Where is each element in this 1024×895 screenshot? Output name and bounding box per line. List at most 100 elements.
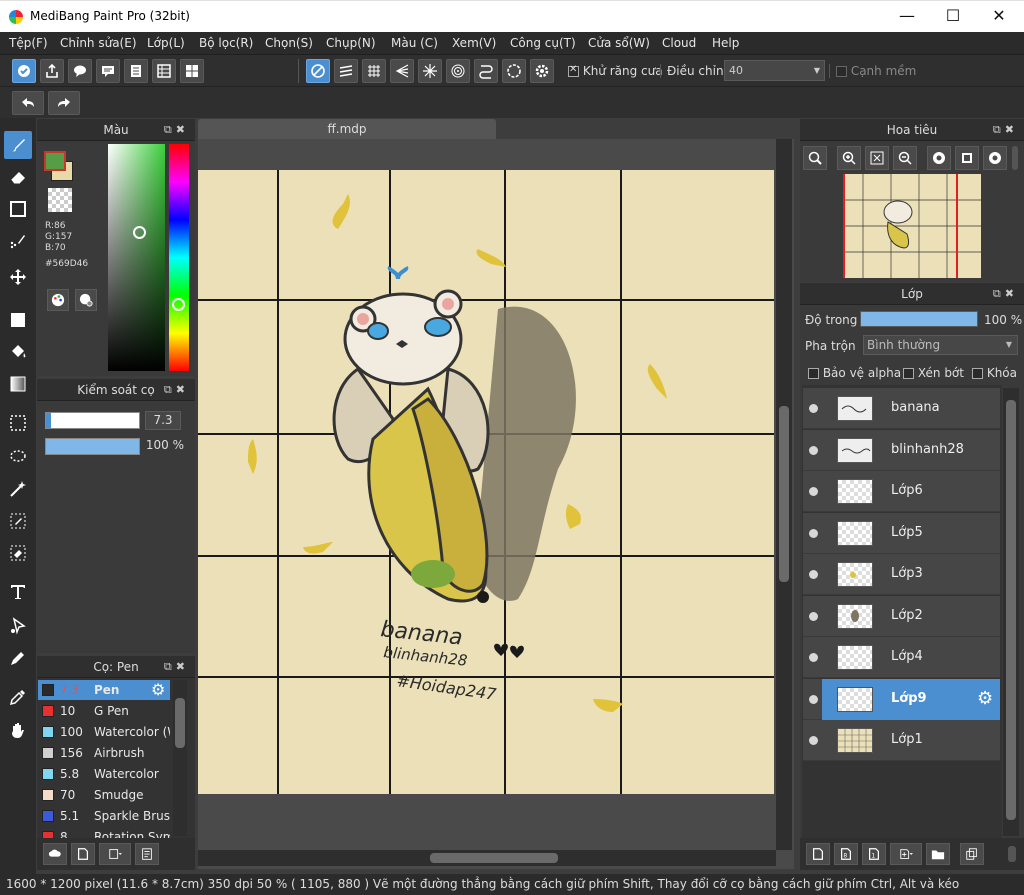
fit-screen-icon[interactable]: [865, 146, 889, 170]
menu-cloud[interactable]: Cloud: [662, 36, 696, 50]
minimize-button[interactable]: —: [884, 1, 930, 33]
canvas-vertical-scrollbar[interactable]: [776, 139, 792, 850]
brush-settings-gear-icon[interactable]: ⚙: [151, 680, 165, 699]
hand-tool-icon[interactable]: [4, 716, 32, 744]
menu-filter[interactable]: Bộ lọc(R): [199, 36, 253, 50]
eye-icon[interactable]: [809, 736, 818, 745]
reset-view-icon[interactable]: [955, 146, 979, 170]
add-layer-menu-icon[interactable]: [890, 843, 922, 865]
select-eraser-icon[interactable]: [4, 539, 32, 567]
panel-float-close-icon[interactable]: ⧉✖: [164, 379, 189, 401]
brush-item-watercolor[interactable]: 5.8 Watercolor: [38, 764, 170, 784]
bucket-tool-icon[interactable]: [4, 338, 32, 366]
pen-nib-tool-icon[interactable]: [4, 644, 32, 672]
panel-float-close-icon[interactable]: ⧉✖: [164, 656, 189, 678]
adjust-dropdown[interactable]: 40 ▼: [724, 60, 825, 81]
parallel-snap-icon[interactable]: [334, 59, 358, 83]
protect-alpha-checkbox[interactable]: [808, 368, 819, 379]
undo-icon[interactable]: [12, 91, 44, 115]
new-1bit-layer-icon[interactable]: 1: [862, 843, 886, 865]
brush-item-rotation[interactable]: 8 Rotation Sym: [38, 827, 170, 838]
brush-item-watercolor-w[interactable]: 100 Watercolor (W: [38, 722, 170, 742]
page-icon[interactable]: [124, 59, 148, 83]
layer-item-lop5[interactable]: Lớp5: [803, 513, 1000, 554]
vanish-snap-icon[interactable]: [390, 59, 414, 83]
zoom-out-icon[interactable]: [893, 146, 917, 170]
duplicate-layer-icon[interactable]: [960, 843, 984, 865]
layer-item-lop9-selected[interactable]: Lớp9 ⚙: [822, 679, 1000, 720]
layer-settings-gear-icon[interactable]: ⚙: [977, 688, 993, 709]
menu-layer[interactable]: Lớp(L): [147, 36, 185, 50]
panel-float-close-icon[interactable]: ⧉✖: [993, 119, 1018, 141]
menu-edit[interactable]: Chỉnh sửa(E): [60, 36, 137, 50]
dotted-brush-icon[interactable]: [4, 227, 32, 255]
comment-icon[interactable]: [68, 59, 92, 83]
lock-checkbox[interactable]: [972, 368, 983, 379]
rectangle-tool-icon[interactable]: [4, 195, 32, 223]
menu-help[interactable]: Help: [712, 36, 739, 50]
close-button[interactable]: ✕: [976, 1, 1022, 33]
soft-edge-checkbox[interactable]: [836, 66, 847, 77]
maximize-button[interactable]: ☐: [930, 1, 976, 33]
speech-bubble-icon[interactable]: [96, 59, 120, 83]
palette-icon[interactable]: [47, 289, 69, 311]
magic-wand-icon[interactable]: [4, 475, 32, 503]
blend-mode-dropdown[interactable]: Bình thường ▼: [863, 335, 1018, 355]
layer-opacity-slider[interactable]: [860, 311, 978, 327]
brush-size-value[interactable]: 7.3: [145, 411, 181, 430]
folder-icon[interactable]: [926, 843, 950, 865]
brush-item-smudge[interactable]: 70 Smudge: [38, 785, 170, 805]
sv-picker-handle[interactable]: [133, 226, 146, 239]
new-layer-icon[interactable]: [806, 843, 830, 865]
layer-list-scrollbar[interactable]: [1003, 388, 1019, 836]
eye-icon[interactable]: [809, 404, 818, 413]
brush-properties-icon[interactable]: [135, 843, 159, 865]
text-tool-icon[interactable]: [4, 578, 32, 606]
document-tab[interactable]: ff.mdp: [198, 119, 496, 139]
rotate-left-icon[interactable]: [927, 146, 951, 170]
hue-slider-handle[interactable]: [172, 298, 185, 311]
antialias-checkbox[interactable]: [568, 64, 579, 77]
fill-rectangle-icon[interactable]: [4, 306, 32, 334]
layer-item-lop2[interactable]: Lớp2: [803, 596, 1000, 637]
layer-item-lop4[interactable]: Lớp4: [803, 637, 1000, 678]
color-history-icon[interactable]: [75, 289, 97, 311]
menu-file[interactable]: Tệp(F): [9, 36, 48, 50]
cloud-check-icon[interactable]: [12, 59, 36, 83]
brush-item-g-pen[interactable]: 10 G Pen: [38, 701, 170, 721]
lasso-tool-icon[interactable]: [4, 443, 32, 471]
select-tool-icon[interactable]: [4, 409, 32, 437]
primary-color-swatch[interactable]: [44, 151, 66, 171]
menu-view[interactable]: Xem(V): [452, 36, 496, 50]
redo-icon[interactable]: [48, 91, 80, 115]
layer-item-lop1[interactable]: Lớp1: [803, 720, 1000, 761]
snap-off-icon[interactable]: [306, 59, 330, 83]
menu-snap[interactable]: Chụp(N): [326, 36, 376, 50]
brush-opacity-slider[interactable]: [45, 438, 140, 455]
ellipse-snap-icon[interactable]: [502, 59, 526, 83]
menu-window[interactable]: Cửa sổ(W): [588, 36, 650, 50]
eye-icon[interactable]: [809, 529, 818, 538]
radial-snap-icon[interactable]: [418, 59, 442, 83]
layer-item-blinhanh28[interactable]: blinhanh28: [803, 430, 1000, 471]
panel-float-close-icon[interactable]: ⧉✖: [993, 283, 1018, 305]
brush-size-slider[interactable]: [45, 412, 140, 429]
share-icon[interactable]: [40, 59, 64, 83]
brush-menu-icon[interactable]: [99, 843, 131, 865]
eyedropper-tool-icon[interactable]: [4, 683, 32, 711]
eye-icon[interactable]: [809, 695, 818, 704]
canvas-area[interactable]: banana blinhanh28 #Hoidap247: [198, 139, 794, 869]
move-tool-icon[interactable]: [4, 263, 32, 291]
select-pen-icon[interactable]: [4, 507, 32, 535]
add-cloud-brush-icon[interactable]: [43, 843, 67, 865]
brush-item-sparkle[interactable]: 5.1 Sparkle Brush: [38, 806, 170, 826]
operation-tool-icon[interactable]: [4, 612, 32, 640]
page-list-icon[interactable]: [152, 59, 176, 83]
eye-icon[interactable]: [809, 446, 818, 455]
panel-float-close-icon[interactable]: ⧉✖: [164, 119, 189, 141]
circle-snap-icon[interactable]: [446, 59, 470, 83]
zoom-fit-icon[interactable]: [803, 146, 827, 170]
new-brush-icon[interactable]: [71, 843, 95, 865]
layer-item-banana[interactable]: banana: [803, 388, 1000, 429]
canvas-horizontal-scrollbar[interactable]: [198, 850, 776, 866]
